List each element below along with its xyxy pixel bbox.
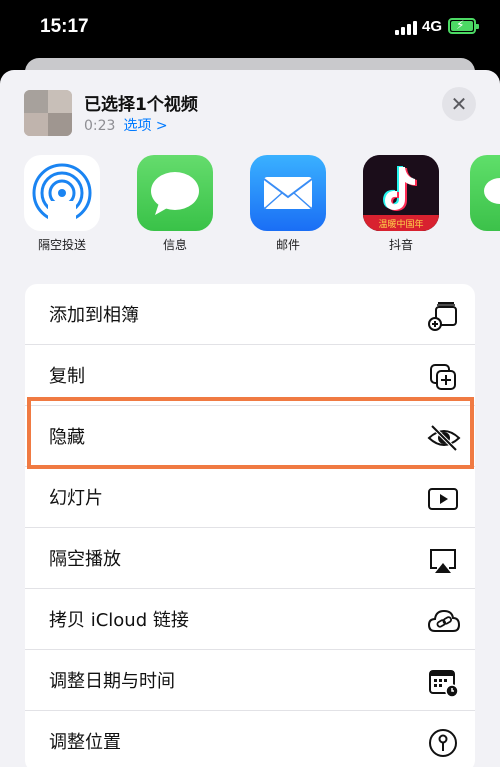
action-copy[interactable]: 复制 xyxy=(25,345,475,406)
status-bar: 15:17 4G ⚡ xyxy=(0,0,500,58)
close-icon: ✕ xyxy=(450,92,468,116)
action-label: 添加到相簿 xyxy=(49,305,139,326)
app-label: 邮件 xyxy=(275,238,300,252)
add-to-album-icon xyxy=(427,300,459,332)
mail-icon xyxy=(250,155,326,231)
close-button[interactable]: ✕ xyxy=(442,87,476,121)
app-label: 信息 xyxy=(162,238,187,252)
copy-icon xyxy=(427,361,459,393)
action-adjust-date-time[interactable]: 调整日期与时间 xyxy=(25,650,475,711)
action-copy-icloud-link[interactable]: 拷贝 iCloud 链接 xyxy=(25,589,475,650)
video-thumbnail xyxy=(24,90,72,136)
action-adjust-location[interactable]: 调整位置 xyxy=(25,711,475,767)
airdrop-icon xyxy=(24,155,100,231)
location-pin-icon xyxy=(427,727,459,759)
app-douyin[interactable]: 温暖中国年 抖音 xyxy=(361,155,441,253)
douyin-icon: 温暖中国年 xyxy=(363,155,439,231)
app-messages[interactable]: 信息 xyxy=(135,155,215,253)
action-label: 隐藏 xyxy=(49,427,85,448)
app-airdrop[interactable]: 隔空投送 xyxy=(22,155,102,253)
action-airplay[interactable]: 隔空播放 xyxy=(25,528,475,589)
share-subtitle: 0:23 选项 > xyxy=(84,115,168,135)
app-label: 隔空投送 xyxy=(37,238,86,252)
calendar-icon xyxy=(427,666,459,698)
action-label: 调整位置 xyxy=(49,732,121,753)
action-label: 调整日期与时间 xyxy=(49,671,175,692)
wechat-icon xyxy=(470,155,500,231)
douyin-banner-text: 温暖中国年 xyxy=(378,218,423,230)
app-wechat[interactable] xyxy=(470,155,500,236)
action-label: 拷贝 iCloud 链接 xyxy=(49,610,189,631)
app-share-row: 隔空投送 信息 邮件 温暖中国年 抖音 xyxy=(0,155,500,255)
play-icon xyxy=(427,483,459,515)
action-list: 添加到相簿 复制 隐藏 幻灯片 隔空播放 拷贝 iCloud 链接 调整日期与时… xyxy=(25,284,475,767)
video-duration: 0:23 xyxy=(84,118,116,134)
action-add-to-album[interactable]: 添加到相簿 xyxy=(25,284,475,345)
action-label: 隔空播放 xyxy=(49,549,121,570)
battery-icon: ⚡ xyxy=(448,18,479,34)
messages-icon xyxy=(137,155,213,231)
network-type: 4G xyxy=(422,18,443,35)
status-time: 15:17 xyxy=(40,16,89,37)
signal-icon xyxy=(395,20,417,35)
options-link[interactable]: 选项 > xyxy=(123,118,167,134)
app-mail[interactable]: 邮件 xyxy=(248,155,328,253)
action-hide[interactable]: 隐藏 xyxy=(25,406,475,467)
action-label: 幻灯片 xyxy=(49,488,103,509)
app-label: 抖音 xyxy=(388,238,413,252)
cloud-link-icon xyxy=(427,605,461,637)
share-sheet: 已选择1个视频 0:23 选项 > ✕ 隔空投送 信息 邮件 温暖中国年 抖音 … xyxy=(0,70,500,767)
action-label: 复制 xyxy=(49,366,85,387)
airplay-icon xyxy=(427,544,459,576)
share-title: 已选择1个视频 xyxy=(84,95,198,115)
eye-slash-icon xyxy=(427,422,461,454)
action-slideshow[interactable]: 幻灯片 xyxy=(25,467,475,528)
share-header: 已选择1个视频 0:23 选项 > ✕ xyxy=(0,70,500,155)
